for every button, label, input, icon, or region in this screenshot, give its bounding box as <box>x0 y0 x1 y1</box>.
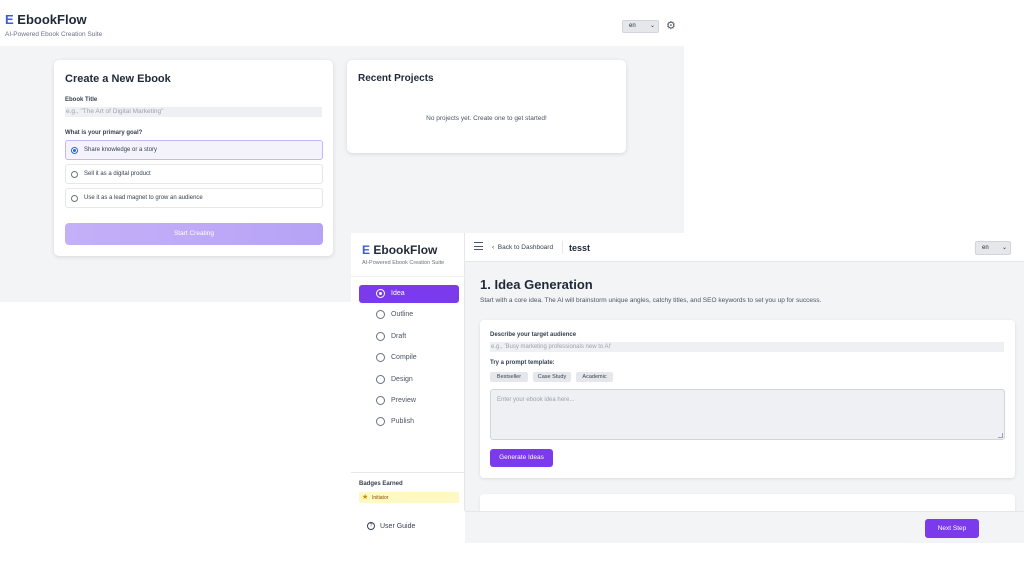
sidebar: E EbookFlow AI-Powered Ebook Creation Su… <box>351 233 465 543</box>
step-idea[interactable]: Idea <box>359 285 459 303</box>
page-description: Start with a core idea. The AI will brai… <box>480 297 822 304</box>
badge-item: ★ Initiator <box>359 492 459 503</box>
back-label: Back to Dashboard <box>497 244 554 251</box>
step-label: Idea <box>391 290 405 297</box>
brand-tagline: AI-Powered Ebook Creation Suite <box>5 31 103 38</box>
back-to-dashboard-link[interactable]: ‹ Back to Dashboard <box>492 244 553 251</box>
step-publish[interactable]: Publish <box>359 413 459 431</box>
goal-option-sell[interactable]: Sell it as a digital product <box>65 164 323 184</box>
step-label: Preview <box>391 397 416 404</box>
language-value: en <box>982 245 989 251</box>
create-ebook-card: Create a New Ebook Ebook Title e.g., "Th… <box>54 60 333 256</box>
step-label: Compile <box>391 354 417 361</box>
logo-letter: E <box>362 243 371 257</box>
goal-option-label: Sell it as a digital product <box>84 171 151 177</box>
language-value: en <box>629 23 636 29</box>
topbar: ‹ Back to Dashboard tesst en ⌄ <box>465 233 1024 262</box>
template-chip-case-study[interactable]: Case Study <box>533 372 571 382</box>
language-select[interactable]: en ⌄ <box>975 241 1011 255</box>
next-step-button[interactable]: Next Step <box>925 519 979 538</box>
chevron-down-icon: ⌄ <box>1001 245 1007 251</box>
step-circle-icon <box>376 310 385 319</box>
goal-option-share[interactable]: Share knowledge or a story <box>65 140 323 160</box>
recent-projects-title: Recent Projects <box>358 73 434 84</box>
user-guide-link[interactable]: ? User Guide <box>367 522 415 530</box>
ebook-title-input[interactable]: e.g., "The Art of Digital Marketing" <box>65 107 322 117</box>
radio-button[interactable] <box>71 171 78 178</box>
step-outline[interactable]: Outline <box>359 306 459 324</box>
logo-letter: E <box>5 12 14 27</box>
brand-name: EbookFlow <box>17 12 87 27</box>
step-compile[interactable]: Compile <box>359 349 459 367</box>
idea-card: Describe your target audience e.g., 'Bus… <box>480 320 1015 478</box>
window-bottom <box>465 543 1024 576</box>
editor-window: E EbookFlow AI-Powered Ebook Creation Su… <box>351 233 1024 576</box>
ebook-title-label: Ebook Title <box>65 97 98 103</box>
step-circle-icon <box>376 375 385 384</box>
badges-title: Badges Earned <box>359 481 403 487</box>
divider <box>351 276 465 277</box>
language-select[interactable]: en ⌄ <box>622 20 659 33</box>
brand-name: EbookFlow <box>373 243 438 257</box>
radio-button[interactable] <box>71 147 78 154</box>
idea-placeholder: Enter your ebook idea here... <box>497 397 575 403</box>
create-card-title: Create a New Ebook <box>65 73 171 85</box>
idea-textarea[interactable]: Enter your ebook idea here... <box>490 389 1005 440</box>
audience-input[interactable]: e.g., 'Busy marketing professionals new … <box>490 342 1004 352</box>
chevron-left-icon: ‹ <box>492 244 495 251</box>
template-label: Try a prompt template: <box>490 360 555 366</box>
page-title: 1. Idea Generation <box>480 277 593 292</box>
step-circle-icon <box>376 289 385 298</box>
divider <box>562 241 563 254</box>
star-icon: ★ <box>362 494 369 501</box>
brand-logo: E EbookFlow <box>362 243 437 257</box>
divider <box>351 472 465 473</box>
dashboard-header: E EbookFlow AI-Powered Ebook Creation Su… <box>0 0 684 46</box>
gear-icon[interactable]: ⚙ <box>666 20 676 32</box>
resize-handle-icon[interactable] <box>998 433 1003 438</box>
step-design[interactable]: Design <box>359 371 459 389</box>
radio-button[interactable] <box>71 195 78 202</box>
step-label: Publish <box>391 418 414 425</box>
start-creating-button[interactable]: Start Creating <box>65 223 323 245</box>
template-chip-bestseller[interactable]: Bestseller <box>490 372 528 382</box>
step-draft[interactable]: Draft <box>359 328 459 346</box>
step-label: Design <box>391 376 413 383</box>
footer-bar: Next Step <box>465 511 1024 543</box>
recent-projects-empty: No projects yet. Create one to get start… <box>426 115 547 122</box>
step-circle-icon <box>376 332 385 341</box>
recent-projects-card: Recent Projects No projects yet. Create … <box>347 60 626 153</box>
menu-icon[interactable] <box>474 242 483 250</box>
help-icon: ? <box>367 522 375 530</box>
badge-label: Initiator <box>372 495 389 501</box>
step-circle-icon <box>376 353 385 362</box>
audience-label: Describe your target audience <box>490 332 577 338</box>
generate-ideas-button[interactable]: Generate Ideas <box>490 449 553 467</box>
brand-tagline: AI-Powered Ebook Creation Suite <box>362 260 445 266</box>
main-content: 1. Idea Generation Start with a core ide… <box>465 262 1024 543</box>
step-circle-icon <box>376 396 385 405</box>
template-chip-academic[interactable]: Academic <box>576 372 613 382</box>
brand-logo: E EbookFlow <box>5 12 87 27</box>
step-preview[interactable]: Preview <box>359 392 459 410</box>
goal-option-lead-magnet[interactable]: Use it as a lead magnet to grow an audie… <box>65 188 323 208</box>
goal-option-label: Share knowledge or a story <box>84 147 158 153</box>
goal-label: What is your primary goal? <box>65 130 143 136</box>
step-circle-icon <box>376 417 385 426</box>
user-guide-label: User Guide <box>380 522 416 530</box>
goal-option-label: Use it as a lead magnet to grow an audie… <box>84 195 203 201</box>
project-name: tesst <box>569 243 591 253</box>
step-label: Draft <box>391 333 407 340</box>
sidebar-footer <box>351 511 465 576</box>
step-label: Outline <box>391 311 414 318</box>
chevron-down-icon: ⌄ <box>649 23 655 29</box>
